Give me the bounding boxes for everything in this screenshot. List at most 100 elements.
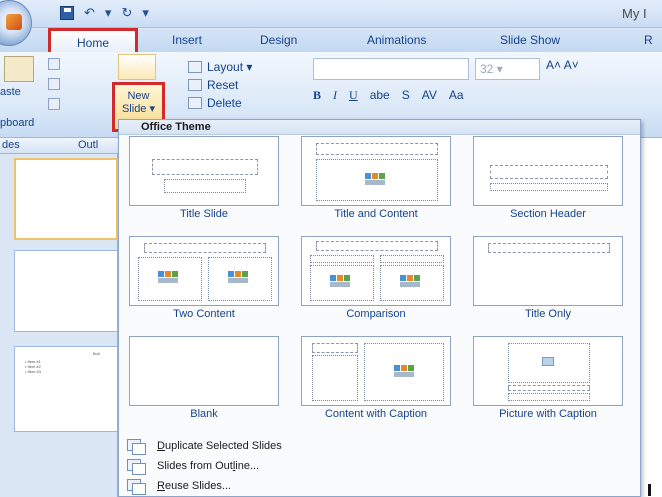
clipboard-group-label: pboard [0,117,35,129]
picture-icon [542,357,554,366]
layout-preview [301,236,451,306]
layout-label: Title Slide [180,208,228,220]
undo-dropdown-icon[interactable]: ▾ [105,5,112,21]
reset-button[interactable]: Reset [188,76,252,94]
slides-from-outline[interactable]: Slides from Outline... [127,456,259,476]
layout-label: Blank [190,408,218,420]
strikethrough-button[interactable]: abe [370,88,390,103]
delete-button[interactable]: Delete [188,94,252,112]
delete-icon [188,97,202,109]
reset-label: Reset [207,78,239,92]
new-slide-gallery: Office Theme Title Slide Title and Conte… [118,119,641,497]
char-spacing-button[interactable]: AV [422,88,437,103]
reuse-slides-icon [127,479,146,495]
customize-qat-icon[interactable]: ▾ [142,5,149,21]
grow-font-icon[interactable]: A˄ [546,58,561,72]
layout-label: Title Only [524,308,572,320]
layout-label: Section Header [510,208,586,220]
ribbon-tabs: Home Insert Design Animations Slide Show… [0,28,662,55]
shrink-font-icon[interactable]: A˅ [564,58,579,72]
office-logo-icon [6,14,22,30]
layout-title-only[interactable]: Title Only [473,236,623,326]
layout-preview [129,236,279,306]
layout-preview [473,236,623,306]
layout-label: Content with Caption [324,408,428,420]
layout-button[interactable]: Layout ▾ [188,58,252,76]
reuse-slides[interactable]: Reuse Slides... [127,476,231,496]
layout-preview [301,136,451,206]
slides-panel: des Outl Bull • Item #1 • Item #2 • Item #… [0,138,118,497]
quick-access-toolbar: ↶ ▾ ↻ ▾ [60,5,149,21]
slides-from-outline-label: Slides from Outline... [157,460,260,472]
content-icons-icon [400,275,422,288]
change-case-button[interactable]: Aa [449,88,464,103]
content-icons-icon [158,271,180,284]
reset-icon [188,79,202,91]
new-slide-icon[interactable] [118,54,156,80]
layout-label: Title and Content [334,208,418,220]
paste-button-label[interactable]: aste [0,86,21,98]
content-icons-icon [330,275,352,288]
duplicate-slides-label: Duplicate Selected Slides [157,440,282,452]
delete-label: Delete [207,96,242,110]
tab-outline[interactable]: Outl [78,139,98,151]
undo-icon[interactable]: ↶ [84,5,95,21]
duplicate-selected-slides[interactable]: Duplicate Selected Slides [127,436,282,456]
tab-slides[interactable]: des [2,139,20,151]
layout-content-with-caption[interactable]: Content with Caption [301,336,451,426]
layout-preview [129,136,279,206]
slides-from-outline-icon [127,459,146,475]
font-size-value: 32 [480,62,494,76]
tab-home[interactable]: Home [48,28,138,55]
bold-button[interactable]: B [313,88,321,103]
layout-label: Layout ▾ [207,60,253,74]
content-icons-icon [365,173,387,186]
layout-label: Picture with Caption [499,408,597,420]
panel-tabs: des Outl [0,138,118,154]
layout-preview [473,336,623,406]
paste-icon[interactable] [4,56,34,82]
layout-icon [188,61,202,73]
clipboard-tools [48,58,78,118]
save-icon[interactable] [60,6,74,20]
layout-two-content[interactable]: Two Content [129,236,279,326]
italic-button[interactable]: I [333,88,337,103]
layout-picture-with-caption[interactable]: Picture with Caption [473,336,623,426]
layout-title-and-content[interactable]: Title and Content [301,136,451,226]
layout-title-slide[interactable]: Title Slide [129,136,279,226]
slide-thumbnail-2[interactable] [14,250,118,332]
layout-comparison[interactable]: Comparison [301,236,451,326]
layout-blank[interactable]: Blank [129,336,279,426]
font-name-field[interactable] [313,58,469,80]
slide-thumbnail-3[interactable]: Bull • Item #1 • Item #2 • Item #3 [14,346,118,432]
tab-slide-show[interactable]: Slide Show [500,33,560,47]
content-icons-icon [394,365,416,378]
slide-thumbnail-1[interactable] [14,158,118,240]
window-title: My I [622,6,647,21]
font-size-field[interactable]: 32 ▾ [475,58,540,80]
tab-design[interactable]: Design [260,33,297,47]
slides-group: Layout ▾ Reset Delete [188,58,252,112]
cut-icon[interactable] [48,58,60,70]
reuse-slides-label: Reuse Slides... [157,480,231,492]
duplicate-slides-icon [127,439,146,455]
tab-insert[interactable]: Insert [172,33,202,47]
layout-section-header[interactable]: Section Header [473,136,623,226]
layout-label: Comparison [346,308,406,320]
copy-icon[interactable] [48,78,60,90]
underline-button[interactable]: U [349,88,358,103]
shadow-button[interactable]: S [402,88,410,103]
content-icons-icon [228,271,250,284]
tab-animations[interactable]: Animations [367,33,426,47]
new-slide-label-1: New [127,90,150,102]
new-slide-label-2: Slide ▾ [121,103,156,115]
redo-icon[interactable]: ↻ [121,5,132,21]
layout-preview [473,136,623,206]
tab-review[interactable]: R [644,33,653,47]
text-cursor [648,484,651,496]
font-grow-shrink: A˄ A˅ [546,58,579,72]
title-bar: ↶ ▾ ↻ ▾ My I [0,0,662,46]
thumbnail-bullets: • Item #1 • Item #2 • Item #3 [25,359,41,374]
format-painter-icon[interactable] [48,98,60,110]
layout-label: Two Content [173,308,235,320]
